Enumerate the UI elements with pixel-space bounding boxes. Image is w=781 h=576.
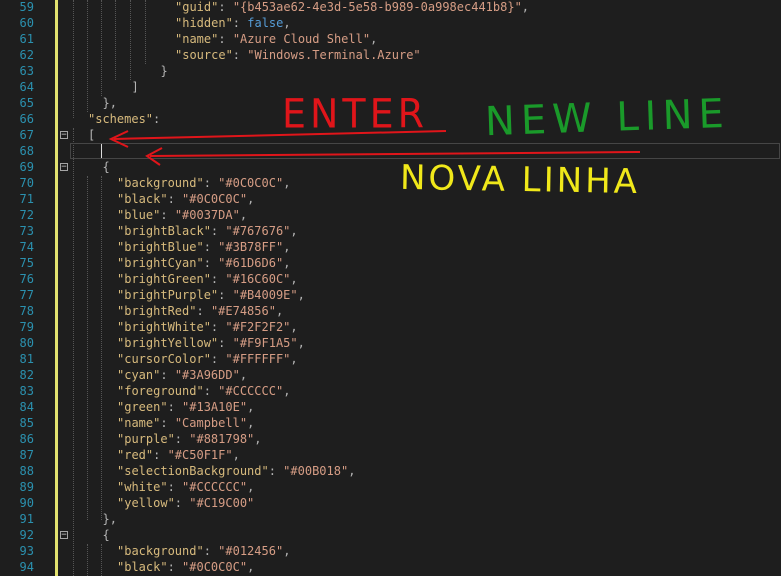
- code-editor[interactable]: 59 60 61 62 63 64 65 66 67 68 69 70 71 72 73 74 75 76 77 78…: [0, 0, 781, 576]
- annotation-arrows: [108, 130, 641, 166]
- fold-toggle-icon[interactable]: −: [60, 163, 68, 172]
- fold-toggle-icon[interactable]: −: [60, 531, 68, 540]
- nova-linha-label: NOVA LINHA: [399, 157, 641, 203]
- fold-toggle-icon[interactable]: −: [60, 131, 68, 140]
- new-line-arrow: [149, 151, 641, 157]
- enter-label: ENTER: [282, 90, 429, 138]
- new-line-label: NEW LINE: [484, 90, 731, 146]
